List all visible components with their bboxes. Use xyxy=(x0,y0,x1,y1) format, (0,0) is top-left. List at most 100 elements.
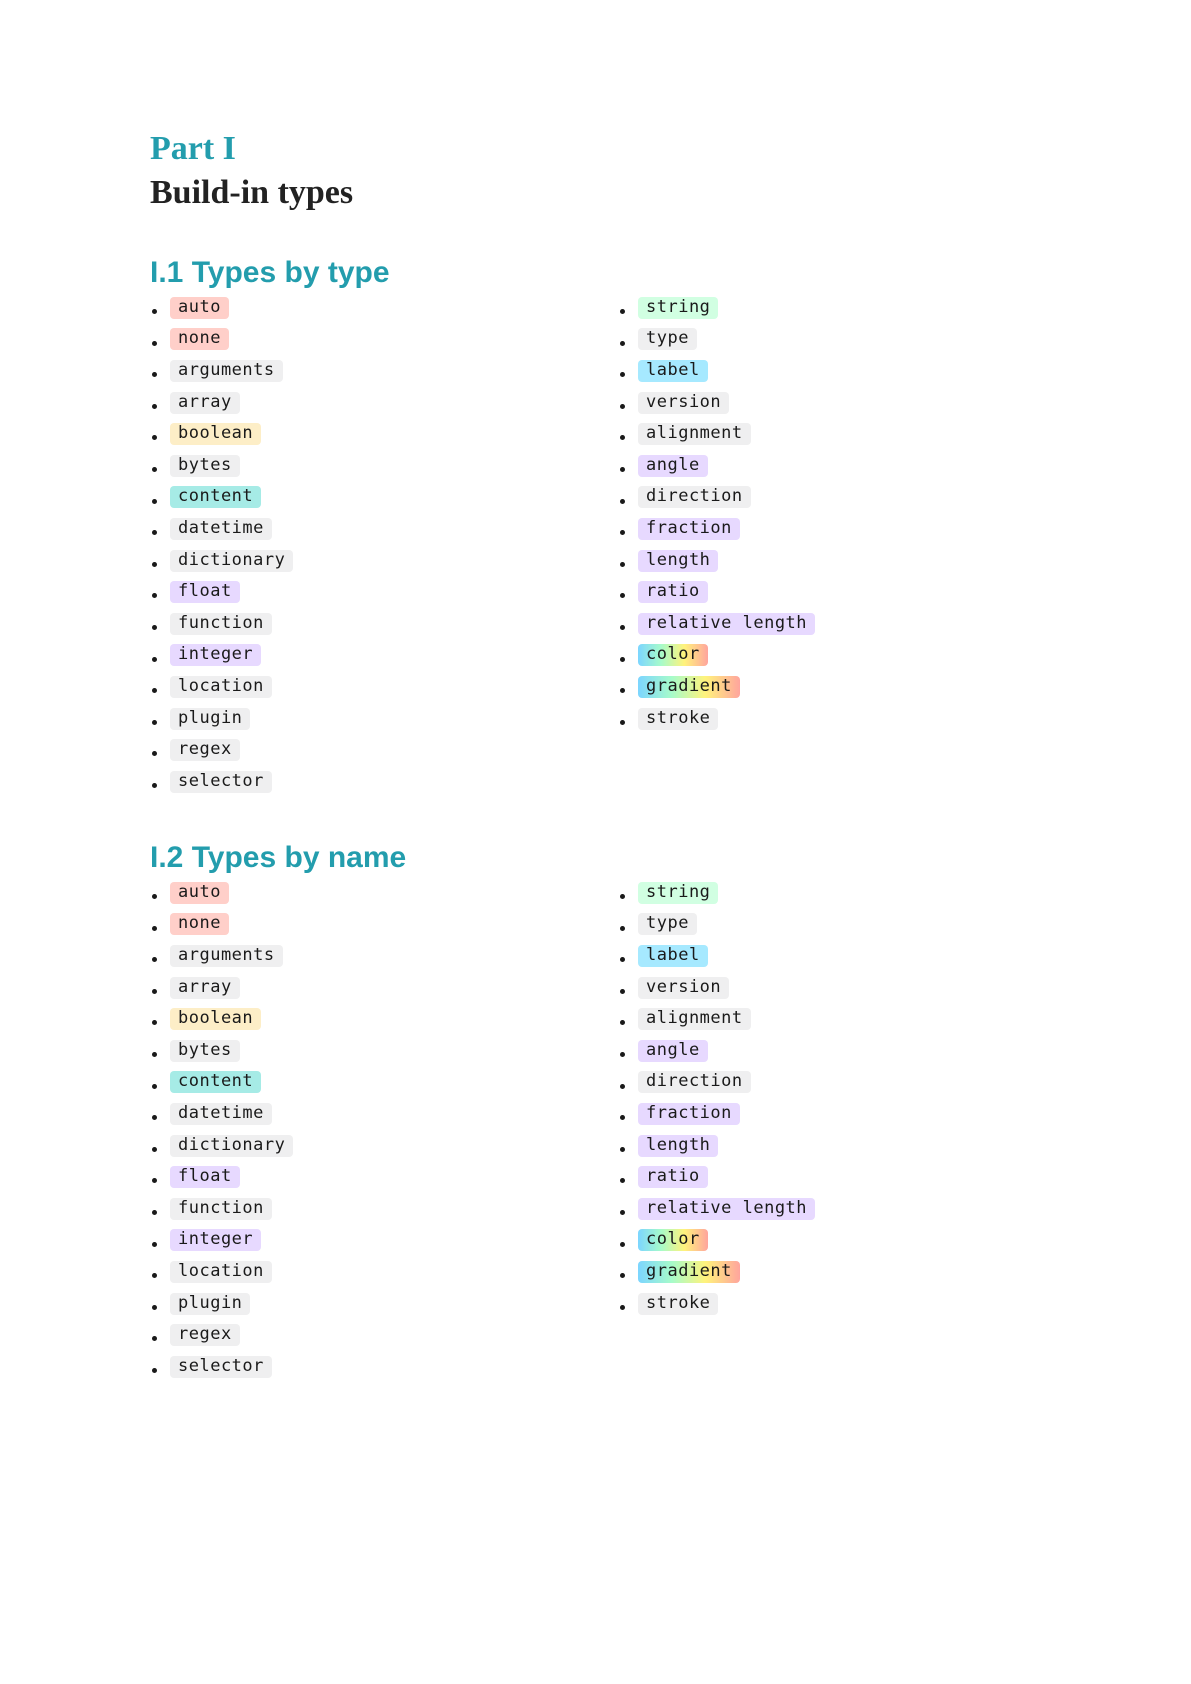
type-tag[interactable]: regex xyxy=(170,739,240,762)
bullet-icon xyxy=(620,688,625,694)
type-tag[interactable]: fraction xyxy=(638,1102,740,1125)
type-tag[interactable]: type xyxy=(638,913,697,936)
type-tag[interactable]: auto xyxy=(170,296,229,319)
type-tag[interactable]: dictionary xyxy=(170,549,294,572)
list-item: none xyxy=(150,909,293,941)
type-tag[interactable]: color xyxy=(638,644,708,667)
bullet-icon xyxy=(152,894,157,899)
type-tag[interactable]: label xyxy=(638,944,708,967)
type-tag[interactable]: gradient xyxy=(638,1260,740,1283)
bullet-icon xyxy=(620,340,625,346)
type-tag[interactable]: relative length xyxy=(638,1197,816,1220)
part-title: Build-in types xyxy=(150,174,354,211)
list-item: dictionary xyxy=(150,1130,294,1162)
type-tag[interactable]: plugin xyxy=(170,1292,251,1315)
bullet-icon xyxy=(620,309,625,314)
bullet-icon xyxy=(620,1146,625,1152)
list-item: stroke xyxy=(618,1288,815,1320)
type-tag[interactable]: ratio xyxy=(638,1166,708,1189)
type-tag[interactable]: color xyxy=(638,1229,708,1252)
bullet-icon xyxy=(152,593,157,599)
type-tag[interactable]: direction xyxy=(638,1071,751,1094)
bullet-icon xyxy=(152,1367,157,1373)
type-tag[interactable]: type xyxy=(638,328,697,351)
list-item: bytes xyxy=(150,1035,293,1067)
list-item: gradient xyxy=(618,671,815,703)
bullet-icon xyxy=(620,530,625,536)
list-item: direction xyxy=(618,482,815,514)
type-tag[interactable]: ratio xyxy=(638,581,708,604)
type-tag[interactable]: selector xyxy=(170,770,272,793)
type-tag[interactable]: none xyxy=(170,328,229,351)
type-tag[interactable]: stroke xyxy=(638,1292,719,1315)
type-tag[interactable]: version xyxy=(638,976,730,999)
list-item: function xyxy=(150,608,293,640)
type-tag[interactable]: function xyxy=(170,612,272,635)
type-tag[interactable]: arguments xyxy=(170,944,283,967)
type-tag[interactable]: string xyxy=(638,881,719,904)
type-tag[interactable]: direction xyxy=(638,486,751,509)
type-tag[interactable]: integer xyxy=(170,1229,262,1252)
type-tag[interactable]: auto xyxy=(170,881,229,904)
type-tag[interactable]: content xyxy=(170,486,262,509)
type-tag[interactable]: float xyxy=(170,581,240,604)
type-tag[interactable]: alignment xyxy=(638,423,751,446)
list-item: color xyxy=(618,1225,815,1257)
type-tag[interactable]: boolean xyxy=(170,1008,262,1031)
type-tag[interactable]: selector xyxy=(170,1355,272,1378)
type-tag[interactable]: array xyxy=(170,976,240,999)
type-tag[interactable]: gradient xyxy=(638,675,740,698)
type-tag[interactable]: stroke xyxy=(638,707,719,730)
list-item: float xyxy=(150,1161,293,1193)
type-tag[interactable]: float xyxy=(170,1166,240,1189)
bullet-icon xyxy=(620,925,625,931)
bullet-icon xyxy=(152,466,157,472)
type-tag[interactable]: array xyxy=(170,391,240,414)
bullet-icon xyxy=(152,372,157,378)
type-tag[interactable]: length xyxy=(638,549,719,572)
bullet-icon xyxy=(152,1336,157,1342)
type-tag[interactable]: location xyxy=(170,675,272,698)
type-tag[interactable]: alignment xyxy=(638,1008,751,1031)
list-item: location xyxy=(150,1256,293,1288)
bullet-icon xyxy=(152,309,157,314)
type-tag[interactable]: content xyxy=(170,1071,262,1094)
type-tag[interactable]: angle xyxy=(638,454,708,477)
type-tag[interactable]: integer xyxy=(170,644,262,667)
type-tag[interactable]: none xyxy=(170,913,229,936)
bullet-icon xyxy=(152,1051,157,1057)
type-tag[interactable]: plugin xyxy=(170,707,251,730)
type-tag[interactable]: function xyxy=(170,1197,272,1220)
type-tag[interactable]: label xyxy=(638,359,708,382)
type-tag[interactable]: string xyxy=(638,296,719,319)
list-item: plugin xyxy=(150,1288,293,1320)
type-tag[interactable]: datetime xyxy=(170,517,272,540)
type-tag[interactable]: regex xyxy=(170,1324,240,1347)
list-item: direction xyxy=(618,1067,815,1099)
bullet-icon xyxy=(152,1146,157,1152)
bullet-icon xyxy=(152,957,157,963)
type-tag[interactable]: datetime xyxy=(170,1102,272,1125)
bullet-icon xyxy=(620,1051,625,1057)
type-tag[interactable]: arguments xyxy=(170,359,283,382)
type-tag[interactable]: dictionary xyxy=(170,1134,294,1157)
type-tag[interactable]: version xyxy=(638,391,730,414)
bullet-icon xyxy=(620,561,625,567)
type-tag[interactable]: bytes xyxy=(170,1039,240,1062)
type-tag[interactable]: length xyxy=(638,1134,719,1157)
list-item: array xyxy=(150,387,293,419)
type-tag[interactable]: location xyxy=(170,1260,272,1283)
list-item: color xyxy=(618,640,815,672)
list-item: plugin xyxy=(150,703,293,735)
bullet-icon xyxy=(620,894,625,899)
list-item: float xyxy=(150,576,293,608)
bullet-icon xyxy=(620,719,625,725)
type-tag[interactable]: fraction xyxy=(638,517,740,540)
type-tag[interactable]: boolean xyxy=(170,423,262,446)
bullet-icon xyxy=(152,1020,157,1026)
type-tag[interactable]: angle xyxy=(638,1039,708,1062)
type-tag[interactable]: relative length xyxy=(638,612,816,635)
list-item: length xyxy=(618,1130,815,1162)
type-tag[interactable]: bytes xyxy=(170,454,240,477)
list-item: gradient xyxy=(618,1256,815,1288)
